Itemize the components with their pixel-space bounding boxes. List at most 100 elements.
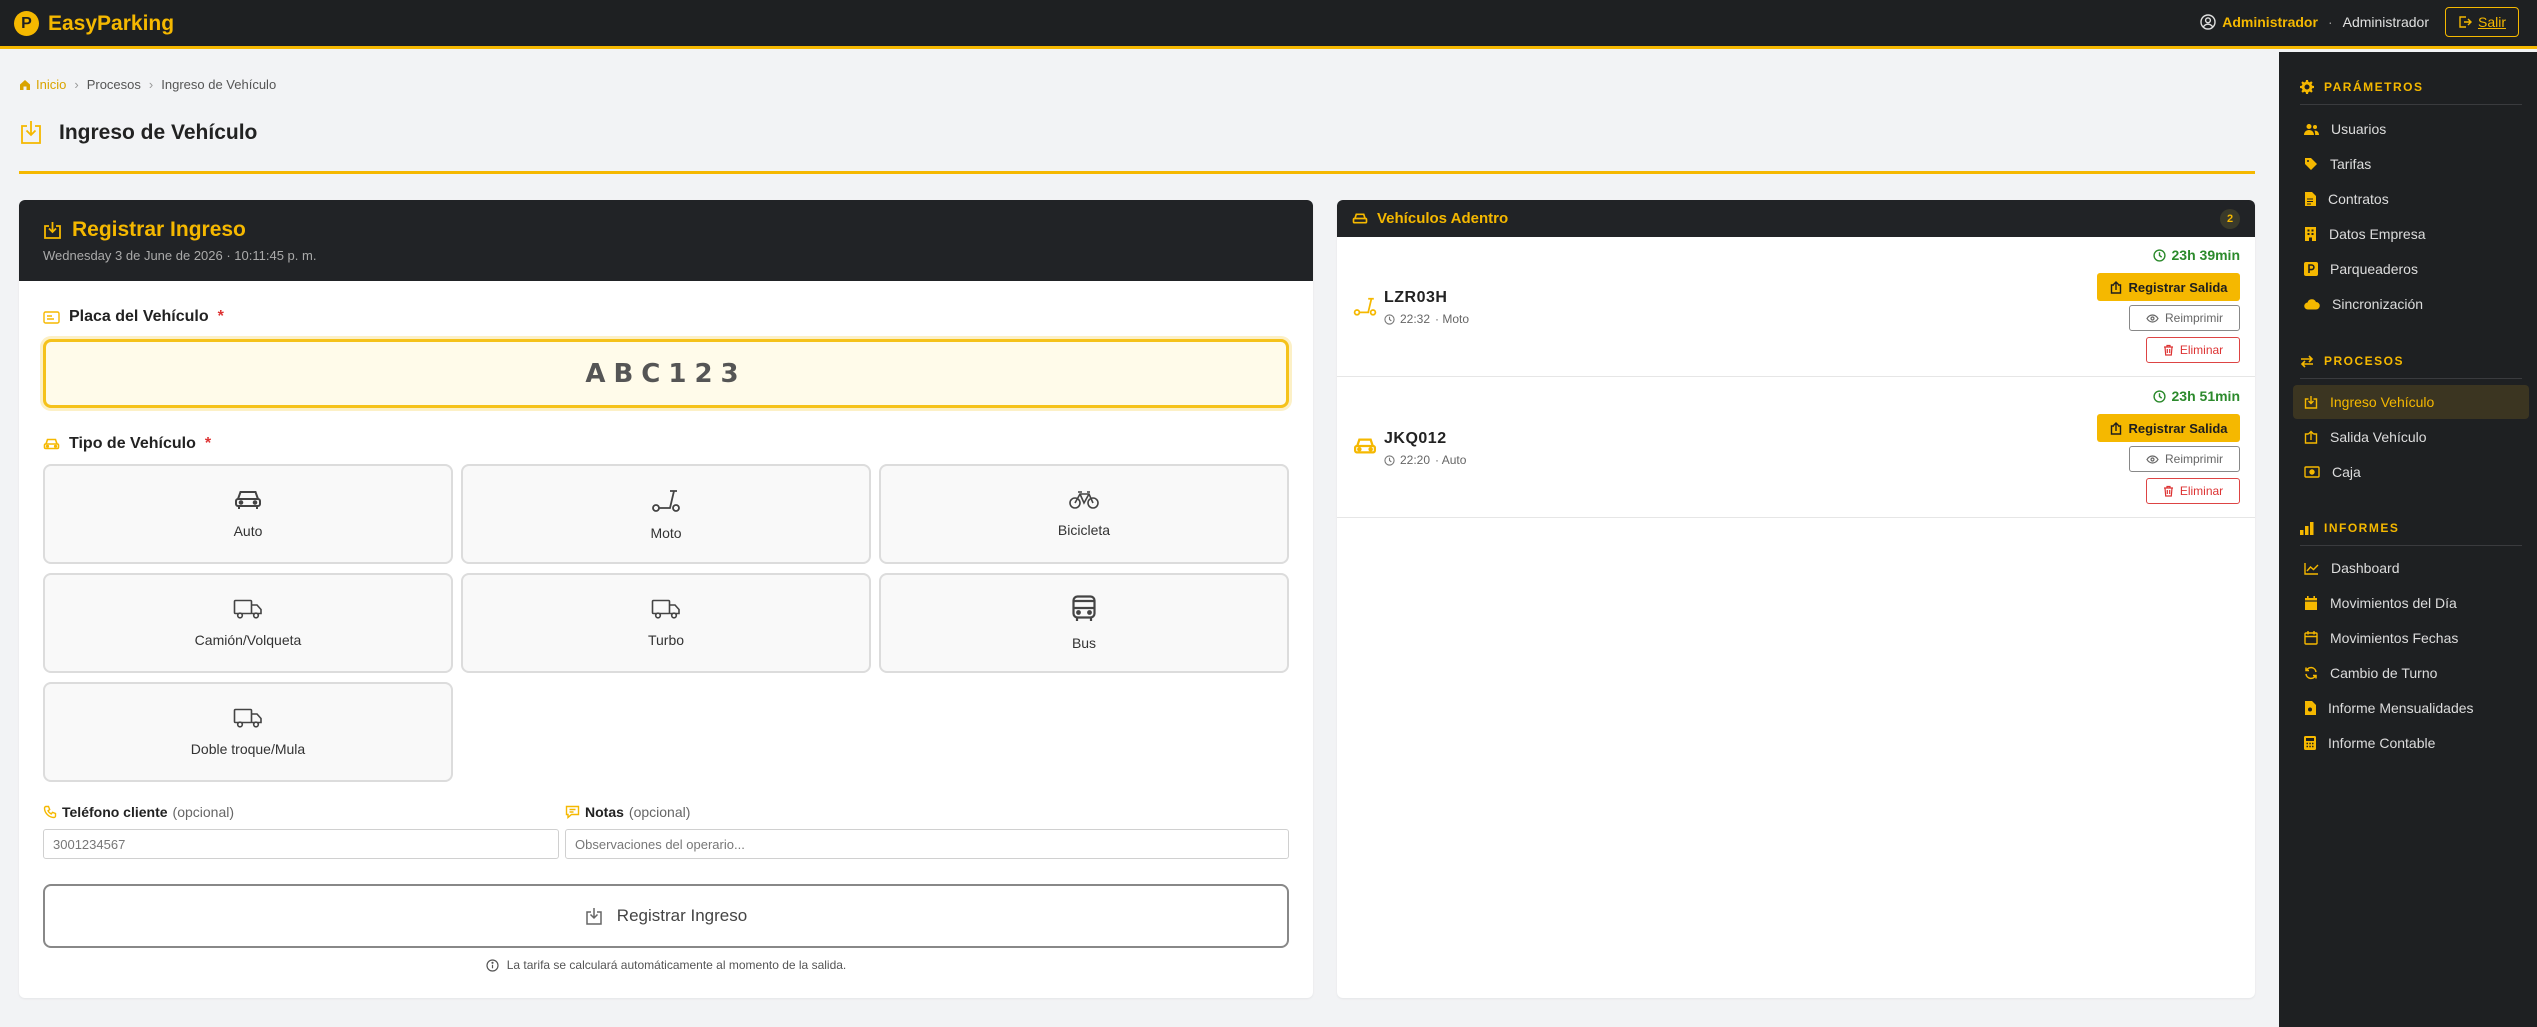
- car-icon: [1352, 213, 1368, 224]
- users-icon: [2304, 123, 2319, 135]
- user-menu[interactable]: Administrador: [2200, 14, 2318, 30]
- breadcrumb-separator: ›: [148, 77, 154, 92]
- plate-input[interactable]: ABC123: [43, 339, 1289, 408]
- sidebar-item-informe-mensualidades[interactable]: Informe Mensualidades: [2293, 691, 2529, 725]
- user-circle-icon: [2200, 14, 2216, 30]
- user-role: Administrador: [2342, 14, 2429, 30]
- sidebar-item-dashboard[interactable]: Dashboard: [2293, 551, 2529, 585]
- entry-download-icon: [21, 121, 41, 144]
- entry-download-icon: [44, 221, 61, 239]
- breadcrumb-home[interactable]: Inicio: [19, 77, 66, 92]
- entry-download-icon: [586, 907, 602, 925]
- app-name: EasyParking: [48, 11, 175, 35]
- delete-button[interactable]: Eliminar: [2146, 337, 2240, 363]
- breadcrumb: Inicio › Procesos › Ingreso de Vehículo: [19, 77, 276, 92]
- sidebar-item-usuarios[interactable]: Usuarios: [2293, 112, 2529, 146]
- refresh-icon: [2305, 666, 2317, 680]
- sidebar-item-informe-contable[interactable]: Informe Contable: [2293, 726, 2529, 760]
- eye-icon: [2146, 313, 2159, 323]
- sidebar-item-movimientos-dia[interactable]: Movimientos del Día: [2293, 586, 2529, 620]
- sidebar-section-parametros: PARÁMETROS: [2300, 80, 2423, 94]
- sidebar-divider: [2300, 378, 2522, 379]
- vehicle-type-camion-volqueta[interactable]: Camión/Volqueta: [43, 573, 453, 673]
- sidebar-item-salida-vehiculo[interactable]: Salida Vehículo: [2293, 420, 2529, 454]
- notes-label: Notas (opcional): [565, 804, 690, 820]
- top-bar: P EasyParking Administrador · Administra…: [0, 0, 2537, 49]
- brand-logo[interactable]: P EasyParking: [14, 11, 174, 36]
- sidebar-section-informes: INFORMES: [2300, 521, 2399, 535]
- breadcrumb-home-label: Inicio: [36, 77, 67, 92]
- exit-upload-icon: [2110, 421, 2121, 435]
- id-card-icon: [43, 310, 60, 324]
- file-report-icon: [2305, 701, 2316, 715]
- vehicle-type-bus[interactable]: Bus: [879, 573, 1289, 673]
- title-divider: [19, 171, 2255, 174]
- sidebar-item-ingreso-vehiculo[interactable]: Ingreso Vehículo: [2293, 385, 2529, 419]
- vehicles-inside-header: Vehículos Adentro 2: [1337, 200, 2255, 237]
- cash-icon: [2304, 466, 2320, 478]
- phone-label: Teléfono cliente (opcional): [43, 804, 234, 820]
- vehicle-plate: JKQ012: [1384, 430, 1447, 447]
- bar-chart-icon: [2300, 521, 2314, 535]
- logout-button[interactable]: Salir: [2444, 7, 2519, 37]
- register-exit-button[interactable]: Registrar Salida: [2097, 273, 2240, 301]
- trash-icon: [2163, 344, 2173, 356]
- truck-icon: [651, 599, 680, 619]
- sidebar-item-contratos[interactable]: Contratos: [2293, 182, 2529, 216]
- plate-label: Placa del Vehículo *: [43, 308, 224, 326]
- delete-button[interactable]: Eliminar: [2146, 478, 2240, 504]
- clock-icon: [1384, 454, 1395, 466]
- vehicle-entry-info: 22:32 · Moto: [1384, 312, 1469, 326]
- page-title: Ingreso de Vehículo: [59, 121, 258, 144]
- sidebar-item-caja[interactable]: Caja: [2293, 455, 2529, 489]
- reprint-button[interactable]: Reimprimir: [2129, 305, 2240, 331]
- sidebar-item-sincronizacion[interactable]: Sincronización: [2293, 287, 2529, 321]
- sidebar-divider: [2300, 545, 2522, 546]
- phone-input[interactable]: [43, 829, 559, 859]
- register-entry-title: Registrar Ingreso: [72, 218, 246, 241]
- exit-upload-icon: [2110, 280, 2121, 294]
- reprint-button[interactable]: Reimprimir: [2129, 446, 2240, 472]
- vehicle-row: LZR03H 22:32 · Moto 23h 39min Registrar …: [1337, 237, 2255, 377]
- breadcrumb-item-current: Ingreso de Vehículo: [161, 77, 277, 92]
- page-header: Ingreso de Vehículo: [19, 120, 257, 146]
- register-entry-button[interactable]: Registrar Ingreso: [43, 884, 1289, 948]
- register-entry-card: Registrar Ingreso Wednesday 3 de June de…: [19, 200, 1313, 998]
- logout-icon: [2459, 16, 2472, 28]
- eye-icon: [2146, 454, 2159, 464]
- sidebar-item-tarifas[interactable]: Tarifas: [2293, 147, 2529, 181]
- vehicle-duration: 23h 39min: [2152, 247, 2240, 263]
- vehicle-type-auto[interactable]: Auto: [43, 464, 453, 564]
- vehicle-type-doble-troque-mula[interactable]: Doble troque/Mula: [43, 682, 453, 782]
- sidebar-item-parqueaderos[interactable]: Parqueaderos: [2293, 252, 2529, 286]
- car-icon: [43, 438, 60, 450]
- scooter-icon: [652, 490, 680, 512]
- chat-icon: [565, 805, 580, 819]
- breadcrumb-item-procesos[interactable]: Procesos: [87, 77, 141, 92]
- user-name: Administrador: [2222, 14, 2318, 30]
- vehicles-inside-title: Vehículos Adentro: [1377, 210, 1509, 227]
- exit-upload-icon: [2304, 430, 2318, 444]
- entry-download-icon: [2304, 396, 2318, 409]
- calendar-range-icon: [2304, 631, 2318, 645]
- register-exit-button[interactable]: Registrar Salida: [2097, 414, 2240, 442]
- bus-icon: [1072, 595, 1096, 621]
- vehicle-type-bicicleta[interactable]: Bicicleta: [879, 464, 1289, 564]
- notes-input[interactable]: [565, 829, 1289, 859]
- calculator-icon: [2304, 736, 2316, 750]
- vehicle-duration: 23h 51min: [2152, 388, 2240, 404]
- vehicle-type-moto[interactable]: Moto: [461, 464, 871, 564]
- home-icon: [20, 79, 30, 90]
- parking-logo-icon: P: [14, 11, 39, 36]
- info-icon: [486, 958, 499, 972]
- sidebar-item-movimientos-fechas[interactable]: Movimientos Fechas: [2293, 621, 2529, 655]
- bicycle-icon: [1069, 491, 1099, 509]
- vehicle-type-turbo[interactable]: Turbo: [461, 573, 871, 673]
- breadcrumb-separator: ›: [74, 77, 79, 92]
- register-entry-button-label: Registrar Ingreso: [616, 906, 748, 925]
- vehicles-count-badge: 2: [2220, 209, 2240, 229]
- truck-icon: [233, 599, 262, 619]
- sidebar-item-cambio-turno[interactable]: Cambio de Turno: [2293, 656, 2529, 690]
- clock-icon: [2152, 248, 2166, 262]
- sidebar-item-datos-empresa[interactable]: Datos Empresa: [2293, 217, 2529, 251]
